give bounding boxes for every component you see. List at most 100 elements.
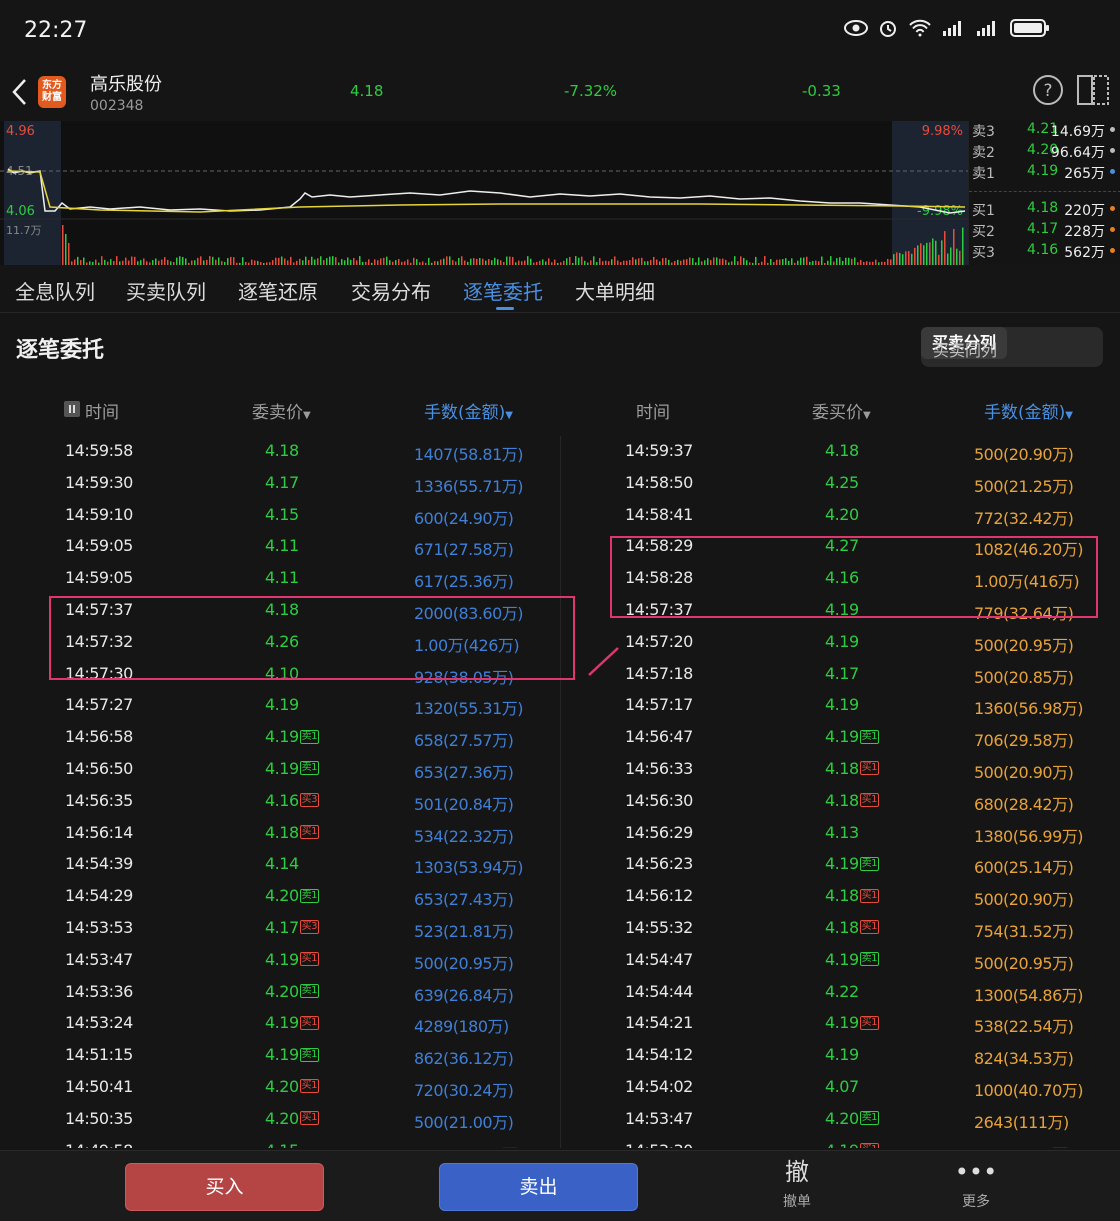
order-book[interactable]: 卖3 4.21 14.69万 卖2 4.20 96.64万 卖1 4.19 26…	[968, 121, 1120, 265]
order-row[interactable]: 14:59:05 4.11 671(27.58万)	[0, 531, 560, 563]
order-row[interactable]: 14:59:58 4.18 1407(58.81万)	[0, 436, 560, 468]
order-row[interactable]: 14:54:47 4.19 卖1 500(20.95万)	[561, 945, 1120, 977]
cancel-order-button[interactable]: 撤 撤单	[757, 1157, 837, 1211]
tab-trade-distribution[interactable]: 交易分布	[351, 276, 431, 305]
sell-orders-list[interactable]: 14:59:58 4.18 1407(58.81万) 14:59:30 4.17 1336…	[0, 436, 560, 1148]
pause-icon[interactable]	[64, 401, 80, 417]
order-row[interactable]: 14:54:02 4.07 1000(40.70万)	[561, 1072, 1120, 1104]
order-row[interactable]: 14:54:29 4.20 卖1 653(27.43万)	[0, 881, 560, 913]
order-row[interactable]: 14:56:23 4.19 卖1 600(25.14万)	[561, 849, 1120, 881]
order-row[interactable]: 14:54:39 4.14 1303(53.94万)	[0, 849, 560, 881]
order-row[interactable]: 14:57:27 4.19 1320(55.31万)	[0, 690, 560, 722]
volume-bar	[674, 261, 676, 265]
sell-button[interactable]: 卖出	[439, 1163, 638, 1211]
order-row[interactable]: 14:56:47 4.19 卖1 706(29.58万)	[561, 722, 1120, 754]
volume-bar	[752, 262, 754, 265]
order-row[interactable]: 14:51:15 4.19 卖1 862(36.12万)	[0, 1040, 560, 1072]
order-row[interactable]: 14:56:12 4.18 买1 500(20.90万)	[561, 881, 1120, 913]
order-row[interactable]: 14:56:29 4.13 1380(56.99万)	[561, 818, 1120, 850]
right-col-price[interactable]: 委买价▼	[812, 398, 871, 423]
order-price: 4.11	[265, 536, 299, 555]
volume-bar	[587, 262, 589, 265]
back-arrow-icon[interactable]	[10, 76, 30, 108]
order-time: 14:50:35	[65, 1108, 133, 1128]
order-price: 4.20 卖1	[265, 982, 319, 1001]
volume-bar	[488, 259, 490, 265]
ob-volume: 220万	[1064, 203, 1105, 219]
order-time: 14:53:36	[65, 981, 133, 1001]
order-time: 14:56:58	[65, 727, 133, 747]
order-row[interactable]: 14:57:17 4.19 1360(56.98万)	[561, 690, 1120, 722]
order-row[interactable]: 14:50:41 4.20 买1 720(30.24万)	[0, 1072, 560, 1104]
volume-bar	[188, 262, 190, 265]
order-price: 4.13	[825, 823, 859, 842]
order-row[interactable]: 14:56:35 4.16 买3 501(20.84万)	[0, 786, 560, 818]
order-row[interactable]: 14:58:50 4.25 500(21.25万)	[561, 468, 1120, 500]
volume-bar	[206, 259, 208, 265]
order-row[interactable]: 14:57:20 4.19 500(20.95万)	[561, 627, 1120, 659]
volume-bar	[950, 247, 952, 265]
order-row[interactable]: 14:54:12 4.19 824(34.53万)	[561, 1040, 1120, 1072]
volume-bar	[767, 262, 769, 265]
tab-tick-restore[interactable]: 逐笔还原	[238, 276, 318, 305]
order-row[interactable]: 14:57:18 4.17 500(20.85万)	[561, 659, 1120, 691]
order-row[interactable]: 14:54:21 4.19 买1 538(22.54万)	[561, 1008, 1120, 1040]
order-row[interactable]: 14:56:50 4.19 卖1 653(27.36万)	[0, 754, 560, 786]
help-icon[interactable]: ?	[1032, 74, 1064, 106]
ob-label: 买1	[972, 203, 995, 219]
order-price: 4.15	[265, 505, 299, 524]
order-row[interactable]: 14:58:41 4.20 772(32.42万)	[561, 500, 1120, 532]
order-row[interactable]: 14:53:47 4.20 卖1 2643(111万)	[561, 1104, 1120, 1136]
right-col-volume[interactable]: 手数(金额)▼	[984, 398, 1073, 423]
tab-large-orders[interactable]: 大单明细	[575, 276, 655, 305]
order-volume: 1250(51.88万)	[414, 1141, 524, 1148]
volume-bar	[200, 256, 202, 265]
left-col-volume[interactable]: 手数(金额)▼	[424, 398, 513, 423]
buy-button[interactable]: 买入	[125, 1163, 324, 1211]
volume-bar	[464, 260, 466, 265]
volume-bar	[722, 258, 724, 265]
layout-toggle-icon[interactable]	[1076, 74, 1110, 106]
intraday-chart[interactable]: 4.96 4.51 4.06 11.7万 9.98% -9.98%	[0, 121, 968, 265]
order-row[interactable]: 14:54:44 4.22 1300(54.86万)	[561, 977, 1120, 1009]
order-volume: 500(21.25万)	[974, 476, 1074, 496]
volume-bar	[167, 259, 169, 265]
volume-bar	[323, 260, 325, 265]
volume-bar	[818, 261, 820, 265]
order-level-badge: 买3	[299, 793, 319, 808]
toggle-same-column[interactable]: 买卖同列	[933, 337, 997, 361]
order-row[interactable]: 14:56:58 4.19 卖1 658(27.57万)	[0, 722, 560, 754]
order-row[interactable]: 14:55:32 4.18 买1 754(31.52万)	[561, 913, 1120, 945]
order-row[interactable]: 14:56:30 4.18 买1 680(28.42万)	[561, 786, 1120, 818]
order-row[interactable]: 14:56:14 4.18 买1 534(22.32万)	[0, 818, 560, 850]
order-price: 4.20 卖1	[265, 886, 319, 905]
order-price: 4.17	[265, 473, 299, 492]
order-row[interactable]: 14:59:30 4.17 1336(55.71万)	[0, 468, 560, 500]
volume-bar	[872, 261, 874, 265]
volume-bar	[875, 259, 877, 265]
order-row[interactable]: 14:53:30 4.19买1 550(23.05万)	[561, 1136, 1120, 1148]
order-row[interactable]: 14:59:05 4.11 617(25.36万)	[0, 563, 560, 595]
more-button[interactable]: ••• 更多	[936, 1157, 1016, 1211]
order-row[interactable]: 14:53:53 4.17 买3 523(21.81万)	[0, 913, 560, 945]
tab-bid-ask-queue[interactable]: 买卖队列	[126, 276, 206, 305]
order-row[interactable]: 14:56:33 4.18 买1 500(20.90万)	[561, 754, 1120, 786]
order-row[interactable]: 14:53:47 4.19 买1 500(20.95万)	[0, 945, 560, 977]
battery-icon	[1010, 19, 1049, 37]
volume-bar	[905, 251, 907, 265]
order-row[interactable]: 14:53:36 4.20 卖1 639(26.84万)	[0, 977, 560, 1009]
order-row[interactable]: 14:59:37 4.18 500(20.90万)	[561, 436, 1120, 468]
order-time: 14:59:05	[65, 536, 133, 556]
left-col-price[interactable]: 委卖价▼	[252, 398, 311, 423]
order-price-value: 4.25	[825, 472, 859, 492]
order-row[interactable]: 14:53:24 4.19 买1 4289(180万)	[0, 1008, 560, 1040]
order-volume: 658(27.57万)	[414, 731, 514, 751]
volume-bar	[803, 257, 805, 265]
volume-bar	[794, 262, 796, 265]
order-row[interactable]: 14:49:58 4.15 1250(51.88万)	[0, 1136, 560, 1148]
tab-tick-orders[interactable]: 逐笔委托	[463, 276, 543, 305]
volume-bar	[545, 261, 547, 265]
order-row[interactable]: 14:50:35 4.20 买1 500(21.00万)	[0, 1104, 560, 1136]
order-row[interactable]: 14:59:10 4.15 600(24.90万)	[0, 500, 560, 532]
tab-full-queue[interactable]: 全息队列	[15, 276, 95, 305]
